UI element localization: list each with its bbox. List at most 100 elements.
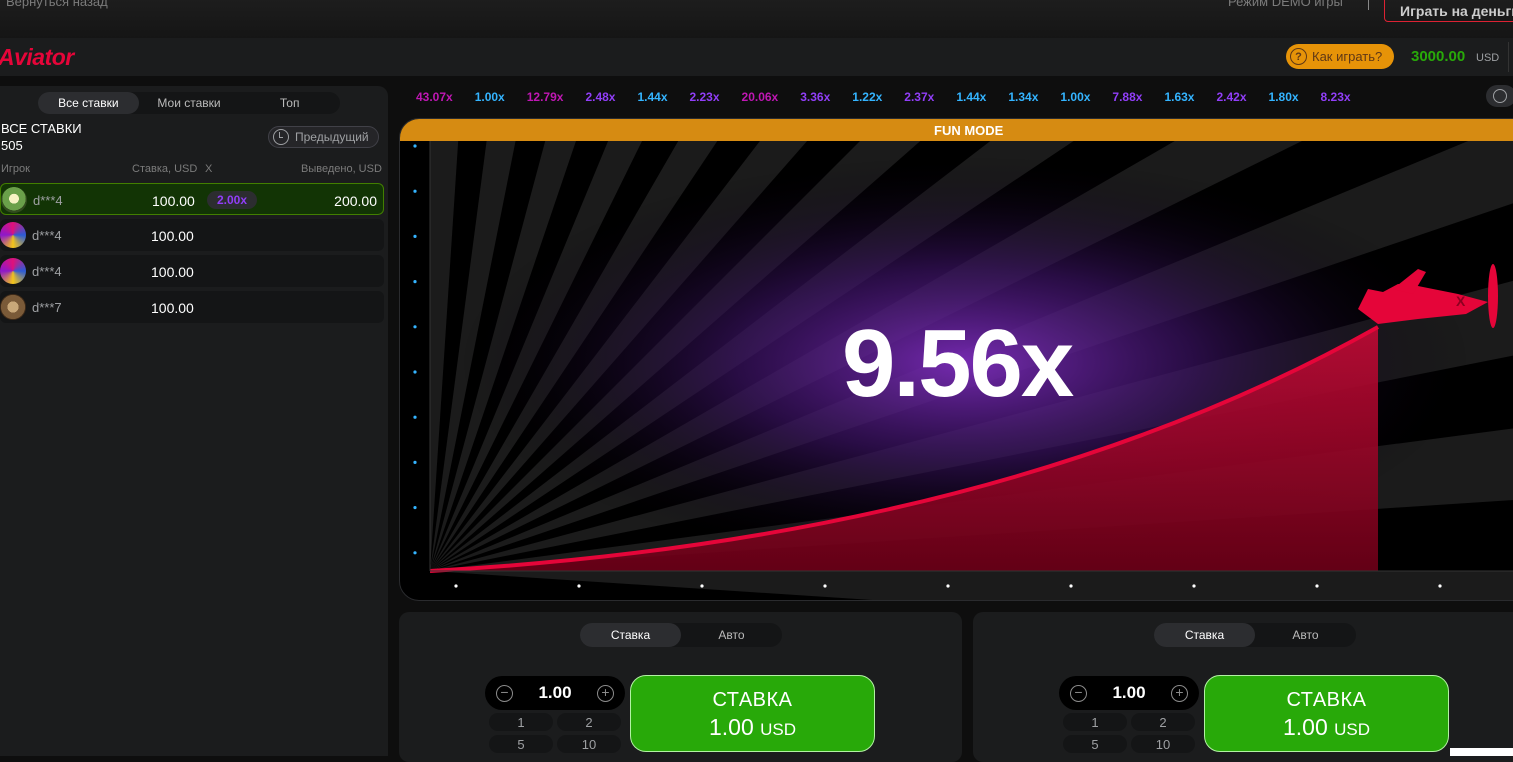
top-bar: Вернуться назад Режим DEMO игры Играть н… bbox=[0, 0, 1513, 38]
bets-sidebar: Все ставки Мои ставки Топ ВСЕ СТАВКИ 505… bbox=[0, 86, 388, 756]
balance-value: 3000.00 bbox=[1411, 48, 1466, 65]
table-row: d***4 100.00 2.00x 200.00 bbox=[0, 183, 384, 215]
all-bets-count: 505 bbox=[1, 138, 23, 153]
svg-text:X: X bbox=[1456, 293, 1466, 309]
demo-mode-label: Режим DEMO игры bbox=[1228, 0, 1343, 9]
history-multiplier: 20.06x bbox=[741, 90, 779, 104]
column-player: Игрок bbox=[1, 163, 30, 175]
bet-panel-2: Ставка Авто − 1.00 + 1 2 5 10 СТАВКА 1.0… bbox=[973, 612, 1513, 762]
multiplier-history: 43.07x 1.00x 12.79x 2.48x 1.44x 2.23x 20.06x 3.… bbox=[400, 86, 1513, 108]
history-toggle-button[interactable] bbox=[1486, 85, 1513, 107]
column-cashout: Выведено, USD bbox=[301, 163, 382, 175]
bet-button-amount: 1.00 bbox=[1282, 714, 1328, 740]
history-multiplier: 2.48x bbox=[585, 90, 616, 104]
previous-round-label: Предыдущий bbox=[295, 130, 369, 144]
bet-button-currency: USD bbox=[760, 720, 797, 739]
bet-button-currency: USD bbox=[1334, 720, 1371, 739]
how-to-play-label: Как играть? bbox=[1312, 49, 1383, 64]
player-name: d***7 bbox=[32, 300, 62, 315]
plus-icon[interactable]: + bbox=[1171, 685, 1188, 702]
history-multiplier: 1.44x bbox=[956, 90, 987, 104]
player-name: d***4 bbox=[32, 264, 62, 279]
bet-amount: 100.00 bbox=[151, 264, 194, 280]
tab-all-bets[interactable]: Все ставки bbox=[38, 92, 139, 114]
aviator-logo: Aviator bbox=[0, 44, 74, 70]
bet-button-amount: 1.00 bbox=[708, 714, 754, 740]
question-icon: ? bbox=[1290, 48, 1307, 65]
history-multiplier: 1.22x bbox=[852, 90, 883, 104]
play-for-money-button[interactable]: Играть на деньги bbox=[1384, 0, 1513, 22]
bet-amount: 100.00 bbox=[151, 228, 194, 244]
avatar bbox=[0, 294, 26, 320]
history-multiplier: 43.07x bbox=[416, 90, 453, 104]
fun-mode-label: FUN MODE bbox=[934, 123, 1004, 138]
previous-round-button[interactable]: Предыдущий bbox=[268, 126, 379, 148]
bet-button-label: СТАВКА bbox=[1286, 689, 1367, 711]
avatar bbox=[0, 258, 26, 284]
history-multiplier: 1.00x bbox=[1060, 90, 1091, 104]
tab-auto[interactable]: Авто bbox=[1255, 623, 1356, 647]
bet-amount-stepper: − 1.00 + bbox=[1059, 676, 1199, 710]
history-multiplier: 7.88x bbox=[1112, 90, 1143, 104]
history-multiplier: 8.23x bbox=[1320, 90, 1351, 104]
bet-panel-1: Ставка Авто − 1.00 + 1 2 5 10 СТАВКА 1.0… bbox=[399, 612, 962, 762]
history-multiplier: 1.44x bbox=[637, 90, 668, 104]
bet-amount: 100.00 bbox=[151, 300, 194, 316]
history-multiplier: 3.36x bbox=[800, 90, 831, 104]
history-multiplier: 1.63x bbox=[1164, 90, 1195, 104]
tab-top[interactable]: Топ bbox=[239, 92, 340, 114]
quick-amount-button[interactable]: 5 bbox=[1063, 735, 1127, 753]
history-multiplier: 1.80x bbox=[1268, 90, 1299, 104]
back-link[interactable]: Вернуться назад bbox=[6, 0, 108, 9]
plus-icon[interactable]: + bbox=[597, 685, 614, 702]
all-bets-title: ВСЕ СТАВКИ bbox=[1, 121, 82, 136]
quick-amount-button[interactable]: 10 bbox=[1131, 735, 1195, 753]
bet-amount-stepper: − 1.00 + bbox=[485, 676, 625, 710]
avatar bbox=[1, 187, 27, 213]
player-name: d***4 bbox=[32, 228, 62, 243]
tab-bet[interactable]: Ставка bbox=[1154, 623, 1255, 647]
history-icon bbox=[273, 129, 289, 145]
bet-mode-tabs: Ставка Авто bbox=[1154, 623, 1356, 647]
place-bet-button[interactable]: СТАВКА 1.00 USD bbox=[1204, 675, 1449, 752]
bet-mode-tabs: Ставка Авто bbox=[580, 623, 782, 647]
history-icon bbox=[1493, 89, 1507, 103]
cashout-multiplier: 2.00x bbox=[207, 191, 258, 209]
game-canvas: X FUN MODE 9.56x bbox=[399, 118, 1513, 601]
quick-amount-button[interactable]: 2 bbox=[557, 713, 621, 731]
cashout-amount: 200.00 bbox=[334, 193, 377, 209]
avatar bbox=[0, 222, 26, 248]
history-multiplier: 1.34x bbox=[1008, 90, 1039, 104]
table-row: d***4 100.00 bbox=[0, 219, 384, 251]
divider bbox=[1508, 42, 1509, 72]
fun-mode-banner: FUN MODE bbox=[400, 119, 1513, 141]
table-row: d***4 100.00 bbox=[0, 255, 384, 287]
bets-tabs: Все ставки Мои ставки Топ bbox=[38, 92, 340, 114]
history-multiplier: 2.37x bbox=[904, 90, 935, 104]
quick-amount-button[interactable]: 2 bbox=[1131, 713, 1195, 731]
divider bbox=[1368, 0, 1369, 10]
history-multiplier: 2.42x bbox=[1216, 90, 1247, 104]
history-multiplier: 12.79x bbox=[526, 90, 564, 104]
place-bet-button[interactable]: СТАВКА 1.00 USD bbox=[630, 675, 875, 752]
column-stake: Ставка, USD bbox=[132, 163, 198, 175]
history-multiplier: 2.23x bbox=[689, 90, 720, 104]
tab-my-bets[interactable]: Мои ставки bbox=[139, 92, 240, 114]
corner-image bbox=[1450, 748, 1513, 756]
bet-amount: 100.00 bbox=[152, 193, 195, 209]
column-multiplier: X bbox=[205, 163, 213, 175]
game-header: Aviator ? Как играть? 3000.00 USD bbox=[0, 38, 1513, 76]
quick-amount-button[interactable]: 10 bbox=[557, 735, 621, 753]
quick-amount-button[interactable]: 1 bbox=[489, 713, 553, 731]
history-multiplier: 1.00x bbox=[474, 90, 505, 104]
bet-button-label: СТАВКА bbox=[712, 689, 793, 711]
quick-amount-button[interactable]: 1 bbox=[1063, 713, 1127, 731]
current-multiplier: 9.56x bbox=[842, 310, 1074, 417]
how-to-play-button[interactable]: ? Как играть? bbox=[1286, 44, 1394, 69]
table-row: d***7 100.00 bbox=[0, 291, 384, 323]
player-name: d***4 bbox=[33, 193, 63, 208]
tab-bet[interactable]: Ставка bbox=[580, 623, 681, 647]
tab-auto[interactable]: Авто bbox=[681, 623, 782, 647]
quick-amount-button[interactable]: 5 bbox=[489, 735, 553, 753]
balance-currency: USD bbox=[1476, 52, 1500, 64]
